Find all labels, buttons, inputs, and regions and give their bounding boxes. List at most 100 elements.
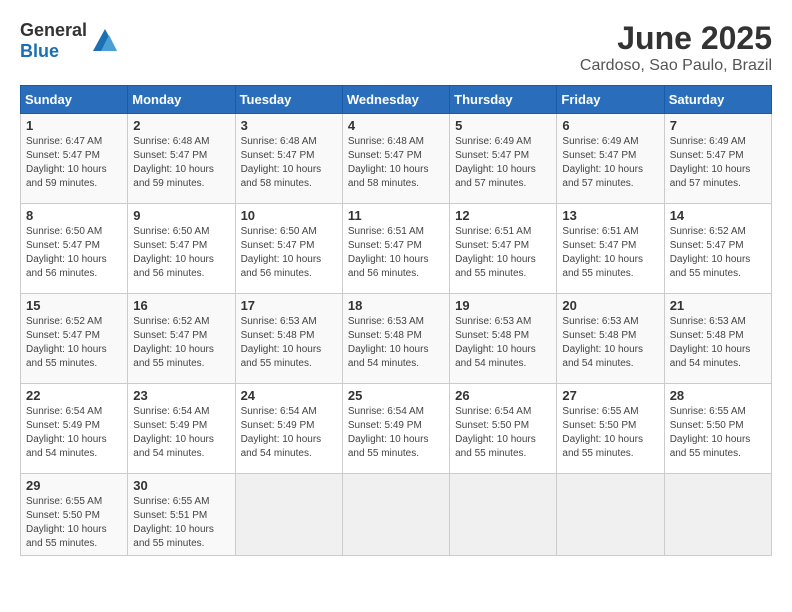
day-info: Sunrise: 6:51 AM Sunset: 5:47 PM Dayligh… <box>562 225 658 281</box>
day-info: Sunrise: 6:52 AM Sunset: 5:47 PM Dayligh… <box>26 315 122 371</box>
title-area: June 2025 Cardoso, Sao Paulo, Brazil <box>580 20 772 75</box>
table-cell <box>235 474 342 556</box>
day-number: 13 <box>562 208 658 223</box>
table-cell: 19 Sunrise: 6:53 AM Sunset: 5:48 PM Dayl… <box>450 294 557 384</box>
day-number: 4 <box>348 118 444 133</box>
table-cell: 2 Sunrise: 6:48 AM Sunset: 5:47 PM Dayli… <box>128 114 235 204</box>
day-number: 12 <box>455 208 551 223</box>
day-info: Sunrise: 6:48 AM Sunset: 5:47 PM Dayligh… <box>241 135 337 191</box>
day-info: Sunrise: 6:49 AM Sunset: 5:47 PM Dayligh… <box>562 135 658 191</box>
day-info: Sunrise: 6:51 AM Sunset: 5:47 PM Dayligh… <box>348 225 444 281</box>
col-saturday: Saturday <box>664 86 771 114</box>
table-cell: 5 Sunrise: 6:49 AM Sunset: 5:47 PM Dayli… <box>450 114 557 204</box>
table-cell <box>342 474 449 556</box>
table-cell: 28 Sunrise: 6:55 AM Sunset: 5:50 PM Dayl… <box>664 384 771 474</box>
calendar-header-row: Sunday Monday Tuesday Wednesday Thursday… <box>21 86 772 114</box>
day-info: Sunrise: 6:50 AM Sunset: 5:47 PM Dayligh… <box>133 225 229 281</box>
col-monday: Monday <box>128 86 235 114</box>
day-number: 11 <box>348 208 444 223</box>
day-info: Sunrise: 6:48 AM Sunset: 5:47 PM Dayligh… <box>133 135 229 191</box>
day-number: 27 <box>562 388 658 403</box>
day-info: Sunrise: 6:54 AM Sunset: 5:49 PM Dayligh… <box>26 405 122 461</box>
calendar-table: Sunday Monday Tuesday Wednesday Thursday… <box>20 85 772 556</box>
day-info: Sunrise: 6:52 AM Sunset: 5:47 PM Dayligh… <box>670 225 766 281</box>
day-info: Sunrise: 6:50 AM Sunset: 5:47 PM Dayligh… <box>241 225 337 281</box>
table-cell <box>664 474 771 556</box>
day-number: 29 <box>26 478 122 493</box>
day-info: Sunrise: 6:54 AM Sunset: 5:49 PM Dayligh… <box>133 405 229 461</box>
day-info: Sunrise: 6:55 AM Sunset: 5:50 PM Dayligh… <box>26 495 122 551</box>
table-cell: 17 Sunrise: 6:53 AM Sunset: 5:48 PM Dayl… <box>235 294 342 384</box>
day-info: Sunrise: 6:54 AM Sunset: 5:50 PM Dayligh… <box>455 405 551 461</box>
day-number: 30 <box>133 478 229 493</box>
day-number: 21 <box>670 298 766 313</box>
table-cell: 18 Sunrise: 6:53 AM Sunset: 5:48 PM Dayl… <box>342 294 449 384</box>
day-number: 10 <box>241 208 337 223</box>
day-info: Sunrise: 6:49 AM Sunset: 5:47 PM Dayligh… <box>455 135 551 191</box>
table-cell: 10 Sunrise: 6:50 AM Sunset: 5:47 PM Dayl… <box>235 204 342 294</box>
day-number: 3 <box>241 118 337 133</box>
day-info: Sunrise: 6:53 AM Sunset: 5:48 PM Dayligh… <box>562 315 658 371</box>
day-info: Sunrise: 6:49 AM Sunset: 5:47 PM Dayligh… <box>670 135 766 191</box>
col-sunday: Sunday <box>21 86 128 114</box>
logo: General Blue <box>20 20 119 62</box>
day-number: 6 <box>562 118 658 133</box>
day-number: 5 <box>455 118 551 133</box>
table-cell: 27 Sunrise: 6:55 AM Sunset: 5:50 PM Dayl… <box>557 384 664 474</box>
table-cell: 6 Sunrise: 6:49 AM Sunset: 5:47 PM Dayli… <box>557 114 664 204</box>
table-cell: 11 Sunrise: 6:51 AM Sunset: 5:47 PM Dayl… <box>342 204 449 294</box>
table-cell: 26 Sunrise: 6:54 AM Sunset: 5:50 PM Dayl… <box>450 384 557 474</box>
table-cell: 29 Sunrise: 6:55 AM Sunset: 5:50 PM Dayl… <box>21 474 128 556</box>
day-info: Sunrise: 6:52 AM Sunset: 5:47 PM Dayligh… <box>133 315 229 371</box>
day-number: 8 <box>26 208 122 223</box>
table-cell: 9 Sunrise: 6:50 AM Sunset: 5:47 PM Dayli… <box>128 204 235 294</box>
day-number: 20 <box>562 298 658 313</box>
table-cell: 24 Sunrise: 6:54 AM Sunset: 5:49 PM Dayl… <box>235 384 342 474</box>
day-info: Sunrise: 6:53 AM Sunset: 5:48 PM Dayligh… <box>241 315 337 371</box>
table-cell: 22 Sunrise: 6:54 AM Sunset: 5:49 PM Dayl… <box>21 384 128 474</box>
day-info: Sunrise: 6:47 AM Sunset: 5:47 PM Dayligh… <box>26 135 122 191</box>
table-cell: 7 Sunrise: 6:49 AM Sunset: 5:47 PM Dayli… <box>664 114 771 204</box>
col-tuesday: Tuesday <box>235 86 342 114</box>
day-info: Sunrise: 6:55 AM Sunset: 5:51 PM Dayligh… <box>133 495 229 551</box>
day-number: 24 <box>241 388 337 403</box>
table-cell <box>450 474 557 556</box>
col-thursday: Thursday <box>450 86 557 114</box>
table-cell: 23 Sunrise: 6:54 AM Sunset: 5:49 PM Dayl… <box>128 384 235 474</box>
day-info: Sunrise: 6:55 AM Sunset: 5:50 PM Dayligh… <box>562 405 658 461</box>
day-number: 1 <box>26 118 122 133</box>
logo-text: General Blue <box>20 20 87 62</box>
table-cell: 20 Sunrise: 6:53 AM Sunset: 5:48 PM Dayl… <box>557 294 664 384</box>
day-number: 28 <box>670 388 766 403</box>
day-number: 17 <box>241 298 337 313</box>
day-info: Sunrise: 6:51 AM Sunset: 5:47 PM Dayligh… <box>455 225 551 281</box>
day-number: 22 <box>26 388 122 403</box>
day-number: 16 <box>133 298 229 313</box>
day-number: 7 <box>670 118 766 133</box>
calendar-header: General Blue June 2025 Cardoso, Sao Paul… <box>20 20 772 75</box>
day-number: 2 <box>133 118 229 133</box>
table-cell: 16 Sunrise: 6:52 AM Sunset: 5:47 PM Dayl… <box>128 294 235 384</box>
day-info: Sunrise: 6:55 AM Sunset: 5:50 PM Dayligh… <box>670 405 766 461</box>
table-cell: 30 Sunrise: 6:55 AM Sunset: 5:51 PM Dayl… <box>128 474 235 556</box>
day-info: Sunrise: 6:48 AM Sunset: 5:47 PM Dayligh… <box>348 135 444 191</box>
day-number: 25 <box>348 388 444 403</box>
table-cell: 12 Sunrise: 6:51 AM Sunset: 5:47 PM Dayl… <box>450 204 557 294</box>
table-cell: 21 Sunrise: 6:53 AM Sunset: 5:48 PM Dayl… <box>664 294 771 384</box>
table-cell: 13 Sunrise: 6:51 AM Sunset: 5:47 PM Dayl… <box>557 204 664 294</box>
day-info: Sunrise: 6:53 AM Sunset: 5:48 PM Dayligh… <box>348 315 444 371</box>
day-info: Sunrise: 6:50 AM Sunset: 5:47 PM Dayligh… <box>26 225 122 281</box>
table-cell: 15 Sunrise: 6:52 AM Sunset: 5:47 PM Dayl… <box>21 294 128 384</box>
day-number: 15 <box>26 298 122 313</box>
table-cell: 8 Sunrise: 6:50 AM Sunset: 5:47 PM Dayli… <box>21 204 128 294</box>
day-number: 14 <box>670 208 766 223</box>
col-friday: Friday <box>557 86 664 114</box>
day-info: Sunrise: 6:53 AM Sunset: 5:48 PM Dayligh… <box>455 315 551 371</box>
calendar-title: June 2025 <box>580 20 772 57</box>
table-cell: 3 Sunrise: 6:48 AM Sunset: 5:47 PM Dayli… <box>235 114 342 204</box>
day-info: Sunrise: 6:54 AM Sunset: 5:49 PM Dayligh… <box>348 405 444 461</box>
table-cell: 1 Sunrise: 6:47 AM Sunset: 5:47 PM Dayli… <box>21 114 128 204</box>
day-number: 26 <box>455 388 551 403</box>
day-number: 18 <box>348 298 444 313</box>
day-number: 19 <box>455 298 551 313</box>
